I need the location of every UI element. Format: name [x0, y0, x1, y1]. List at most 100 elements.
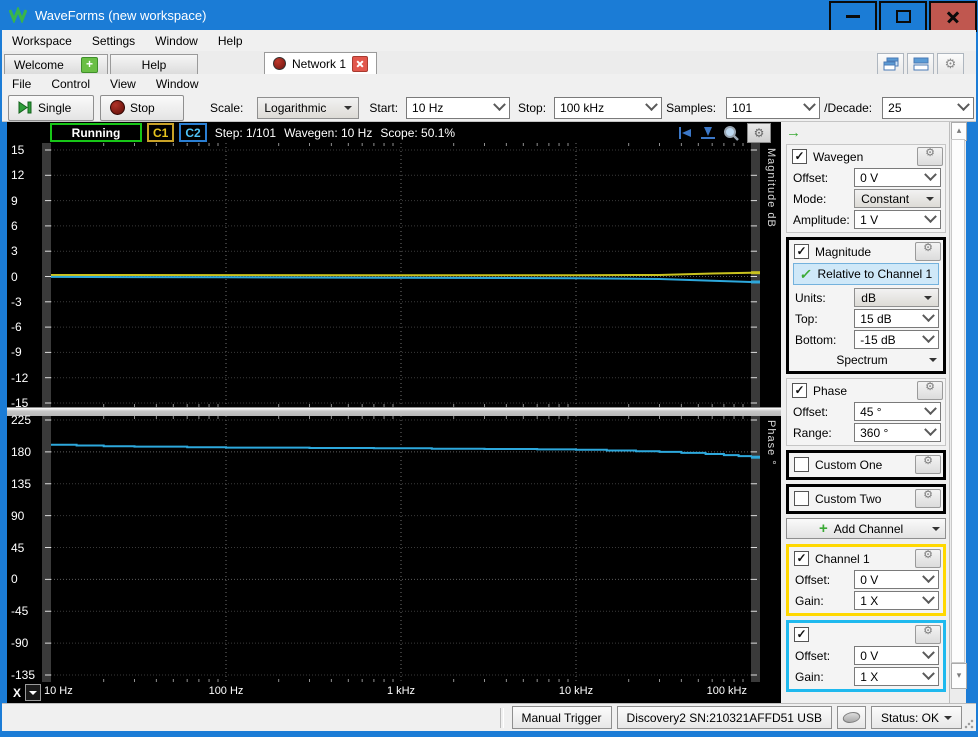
dropdown-arrow-icon [944, 715, 952, 720]
y-cursor-icon[interactable] [700, 126, 716, 140]
channel1-gear-button[interactable]: ⚙ [915, 549, 941, 568]
decade-combobox[interactable]: 25 [882, 96, 974, 119]
title-bar[interactable]: WaveForms (new workspace) [0, 0, 978, 32]
c2-badge[interactable]: C2 [179, 123, 207, 142]
bottom-combobox[interactable]: -15 dB [854, 330, 939, 349]
phase-gear-button[interactable]: ⚙ [917, 381, 943, 400]
wavegen-mode-dropdown[interactable]: Constant [854, 189, 941, 208]
menu-window2[interactable]: Window [146, 75, 209, 93]
menu-settings[interactable]: Settings [82, 32, 145, 50]
device-icon-button[interactable] [836, 706, 866, 729]
custom-two-gear-button[interactable]: ⚙ [915, 489, 941, 508]
phase-plot[interactable] [42, 416, 760, 682]
x-tick-label: 10 kHz [558, 685, 594, 697]
phase-range-combobox[interactable]: 360 ° [854, 423, 941, 442]
channel1-checkbox[interactable]: ✓ [794, 551, 809, 566]
units-dropdown[interactable]: dB [854, 288, 939, 307]
dropdown-arrow-icon [929, 357, 937, 362]
gear-icon: ⚙ [925, 147, 935, 159]
magnitude-checkbox[interactable]: ✓ [794, 244, 809, 259]
magnitude-gear-button[interactable]: ⚙ [915, 242, 941, 261]
zoom-icon[interactable] [723, 125, 740, 141]
x-cursor-icon[interactable] [677, 126, 693, 140]
add-channel-button[interactable]: + Add Channel [786, 518, 946, 539]
relative-to-channel1-button[interactable]: ✓ Relative to Channel 1 [793, 263, 939, 285]
collapse-panel-arrow[interactable]: → [786, 124, 949, 144]
tile-windows-button[interactable] [907, 53, 934, 75]
channel2-offset-combobox[interactable]: 0 V [854, 646, 939, 665]
phase-offset-combobox[interactable]: 45 ° [854, 402, 941, 421]
scroll-track[interactable] [951, 139, 965, 663]
workspace-gear-button[interactable]: ⚙ [937, 53, 964, 75]
menu-file[interactable]: File [2, 75, 41, 93]
manual-trigger-button[interactable]: Manual Trigger [511, 706, 612, 729]
custom-one-gear-button[interactable]: ⚙ [915, 455, 941, 474]
channel2-gear-button[interactable]: ⚙ [915, 625, 941, 644]
menu-window[interactable]: Window [145, 32, 208, 50]
channel-settings-panel: → ✓ Wavegen ⚙ Offset: 0 V Mode: Constant… [781, 122, 949, 703]
dropdown-arrow-icon [29, 690, 38, 695]
custom-two-checkbox[interactable] [794, 491, 809, 506]
wavegen-amplitude-combobox[interactable]: 1 V [854, 210, 941, 229]
x-tick-label: 1 kHz [386, 685, 416, 697]
close-button[interactable] [929, 1, 977, 32]
samples-combobox[interactable]: 101 [726, 96, 821, 119]
cascade-windows-button[interactable] [877, 53, 904, 75]
channel1-offset-combobox[interactable]: 0 V [854, 570, 939, 589]
menu-help[interactable]: Help [208, 32, 253, 50]
chevron-down-icon [803, 98, 816, 112]
minimize-button[interactable] [829, 1, 877, 32]
wavegen-checkbox[interactable]: ✓ [792, 149, 807, 164]
channel2-checkbox[interactable]: ✓ [794, 627, 809, 642]
menu-workspace[interactable]: Workspace [2, 32, 82, 50]
acquisition-toolbar: Single Stop Scale: Logarithmic Start: 10… [2, 94, 976, 122]
spectrum-dropdown[interactable]: Spectrum [791, 350, 941, 369]
tab-network-1[interactable]: Network 1 [264, 52, 378, 74]
channel2-gain-combobox[interactable]: 1 X [854, 667, 939, 686]
plot-splitter[interactable] [7, 407, 781, 416]
device-button[interactable]: Discovery2 SN:210321AFFD51 USB [616, 706, 832, 729]
scroll-down-button[interactable]: ▾ [951, 663, 967, 689]
start-combobox[interactable]: 10 Hz [406, 96, 511, 119]
menu-view[interactable]: View [100, 75, 146, 93]
y-tick-label: -90 [11, 636, 29, 651]
custom-two-group: Custom Two ⚙ [786, 484, 946, 514]
wavegen-info: Wavegen: 10 Hz [284, 125, 373, 140]
menu-control[interactable]: Control [41, 75, 100, 93]
maximize-button[interactable] [879, 1, 927, 32]
wavegen-gear-button[interactable]: ⚙ [917, 147, 943, 166]
phase-checkbox[interactable]: ✓ [792, 383, 807, 398]
single-button[interactable]: Single [8, 94, 94, 121]
channel2-group: ✓ ⚙ Offset: 0 V Gain: 1 X [786, 620, 946, 692]
x-axis-button[interactable]: X [9, 684, 42, 701]
custom-one-checkbox[interactable] [794, 457, 809, 472]
y-tick-label: 90 [11, 508, 25, 523]
gear-icon: ⚙ [923, 625, 933, 637]
c1-badge[interactable]: C1 [147, 123, 175, 142]
resize-grip[interactable] [964, 719, 974, 729]
plot-settings-button[interactable]: ⚙ [747, 123, 771, 143]
cascade-icon [883, 57, 898, 71]
panel-scrollbar[interactable]: ▴ ▾ [949, 122, 967, 703]
channel1-gain-combobox[interactable]: 1 X [854, 591, 939, 610]
scale-dropdown[interactable]: Logarithmic [257, 96, 360, 119]
record-dot-icon [273, 57, 286, 70]
x-tick-label: 10 Hz [44, 685, 73, 697]
phase-title: Phase [813, 383, 848, 398]
x-tick-label: 100 Hz [208, 685, 244, 697]
stop-combobox[interactable]: 100 kHz [554, 96, 663, 119]
top-combobox[interactable]: 15 dB [854, 309, 939, 328]
wavegen-title: Wavegen [813, 149, 864, 164]
add-instrument-icon[interactable]: + [81, 56, 98, 73]
status-dropdown[interactable]: Status: OK [870, 706, 962, 729]
y-tick-label: 15 [11, 143, 25, 157]
gear-icon: ⚙ [944, 56, 957, 71]
stop-button[interactable]: Stop [100, 94, 184, 121]
tab-welcome[interactable]: Welcome + [4, 54, 108, 74]
x-axis-dropdown[interactable] [25, 684, 42, 701]
status-bar: Manual Trigger Discovery2 SN:210321AFFD5… [2, 703, 976, 731]
tab-help[interactable]: Help [110, 54, 198, 74]
wavegen-offset-combobox[interactable]: 0 V [854, 168, 941, 187]
magnitude-plot[interactable] [42, 143, 760, 407]
tab-close-icon[interactable] [352, 55, 369, 72]
